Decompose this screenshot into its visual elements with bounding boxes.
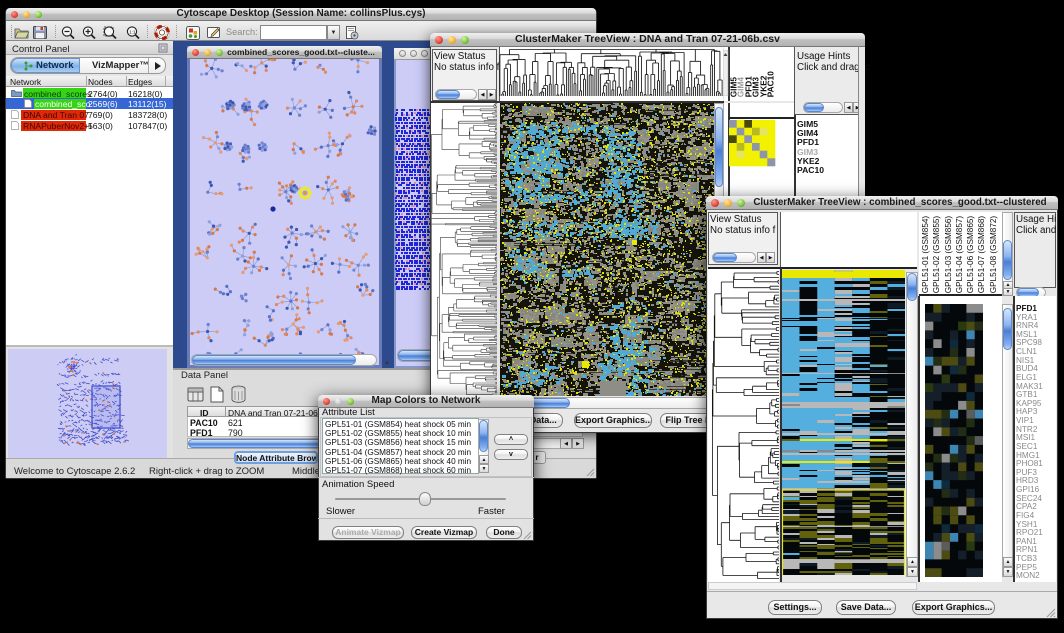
svg-text:1:1: 1:1 — [129, 30, 136, 35]
